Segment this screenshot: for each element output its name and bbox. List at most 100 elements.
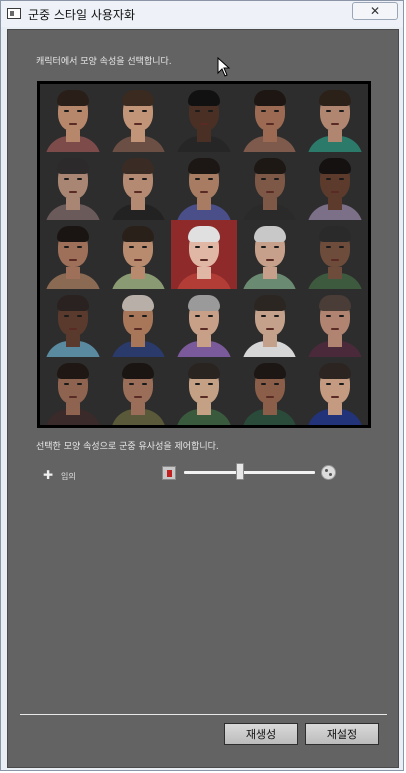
character-thumbnail[interactable]: [40, 84, 106, 153]
character-neck: [65, 402, 80, 415]
character-hair: [56, 294, 89, 311]
character-hair: [319, 90, 352, 106]
character-hair: [253, 294, 286, 311]
character-eye: [207, 314, 213, 317]
character-eye: [142, 382, 148, 385]
character-thumbnail[interactable]: [236, 152, 303, 221]
similarity-slider-thumb[interactable]: [236, 463, 245, 480]
character-hair: [187, 294, 220, 311]
character-mouth: [265, 395, 274, 398]
character-thumbnail[interactable]: [171, 288, 237, 357]
character-neck: [328, 266, 343, 279]
character-eye: [273, 178, 279, 181]
character-eye: [339, 178, 345, 181]
character-eye: [326, 382, 332, 385]
character-eye: [339, 314, 345, 317]
window-title: 군중 스타일 사용자화: [28, 8, 135, 22]
character-thumbnail[interactable]: [40, 152, 106, 221]
character-hair: [187, 362, 220, 379]
close-button[interactable]: ✕: [352, 2, 398, 20]
character-thumbnail[interactable]: [105, 220, 172, 289]
character-eye: [326, 110, 332, 112]
divider: [20, 714, 387, 715]
character-eye: [194, 382, 200, 385]
character-thumbnail[interactable]: [302, 356, 368, 425]
character-eye: [129, 110, 135, 112]
character-hair: [319, 294, 352, 311]
character-hair: [122, 294, 155, 311]
character-hair: [253, 226, 286, 243]
character-hair: [122, 362, 155, 379]
character-thumbnail[interactable]: [171, 220, 237, 289]
character-thumbnail[interactable]: [236, 356, 303, 425]
regenerate-button[interactable]: 재생성: [224, 723, 298, 745]
character-grid: [40, 84, 368, 425]
character-thumbnail[interactable]: [171, 356, 237, 425]
character-thumbnail[interactable]: [171, 84, 237, 153]
character-eye: [194, 110, 200, 112]
character-mouth: [331, 395, 340, 398]
plus-icon[interactable]: ✚: [43, 468, 53, 482]
character-neck: [196, 266, 211, 279]
character-eye: [76, 110, 82, 112]
dialog-window: 군중 스타일 사용자화 ✕ 캐릭터에서 모양 속성을 선택합니다. 선택한 모양…: [0, 0, 404, 771]
character-mouth: [199, 123, 208, 125]
character-thumbnail[interactable]: [40, 356, 106, 425]
character-hair: [253, 90, 286, 106]
character-mouth: [68, 327, 77, 330]
character-eye: [76, 314, 82, 317]
character-mouth: [134, 123, 143, 125]
character-thumbnail[interactable]: [105, 356, 172, 425]
character-thumbnail[interactable]: [302, 288, 368, 357]
character-mouth: [331, 191, 340, 194]
instruction-text: 캐릭터에서 모양 속성을 선택합니다.: [36, 57, 172, 67]
character-neck: [196, 198, 211, 211]
character-thumbnail[interactable]: [171, 152, 237, 221]
character-thumbnail[interactable]: [105, 84, 172, 153]
character-eye: [273, 314, 279, 317]
character-hair: [56, 226, 89, 243]
title-bar[interactable]: 군중 스타일 사용자화 ✕: [1, 1, 403, 27]
character-thumbnail[interactable]: [302, 84, 368, 153]
mouse-cursor-icon: [217, 57, 231, 77]
character-thumbnail[interactable]: [40, 288, 106, 357]
character-hair: [56, 158, 89, 175]
character-eye: [273, 110, 279, 112]
character-neck: [328, 130, 343, 143]
character-neck: [196, 334, 211, 347]
character-thumbnail[interactable]: [105, 288, 172, 357]
character-neck: [196, 402, 211, 415]
character-thumbnail[interactable]: [302, 220, 368, 289]
character-neck: [196, 130, 211, 143]
character-eye: [207, 178, 213, 181]
character-mouth: [265, 123, 274, 125]
character-mouth: [331, 123, 340, 125]
character-neck: [65, 130, 80, 143]
character-thumbnail[interactable]: [105, 152, 172, 221]
character-neck: [65, 266, 80, 279]
character-hair: [122, 158, 155, 175]
character-thumbnail[interactable]: [236, 220, 303, 289]
character-neck: [131, 130, 146, 143]
character-neck: [262, 402, 277, 415]
similarity-instruction-text: 선택한 모양 속성으로 군중 유사성을 제어합니다.: [36, 442, 219, 452]
character-mouth: [134, 191, 143, 194]
character-mouth: [331, 327, 340, 330]
character-eye: [142, 110, 148, 112]
character-neck: [262, 334, 277, 347]
character-eye: [194, 314, 200, 317]
character-neck: [131, 402, 146, 415]
character-mouth: [68, 191, 77, 194]
reset-button[interactable]: 재설정: [305, 723, 379, 745]
similarity-slider-track[interactable]: [184, 471, 315, 474]
character-eye: [129, 382, 135, 385]
character-eye: [63, 382, 69, 385]
character-thumbnail[interactable]: [40, 220, 106, 289]
character-eye: [326, 314, 332, 317]
character-thumbnail[interactable]: [236, 288, 303, 357]
character-thumbnail[interactable]: [236, 84, 303, 153]
random-label[interactable]: 임의: [61, 471, 76, 482]
character-mouth: [199, 395, 208, 398]
character-eye: [142, 314, 148, 317]
character-thumbnail[interactable]: [302, 152, 368, 221]
